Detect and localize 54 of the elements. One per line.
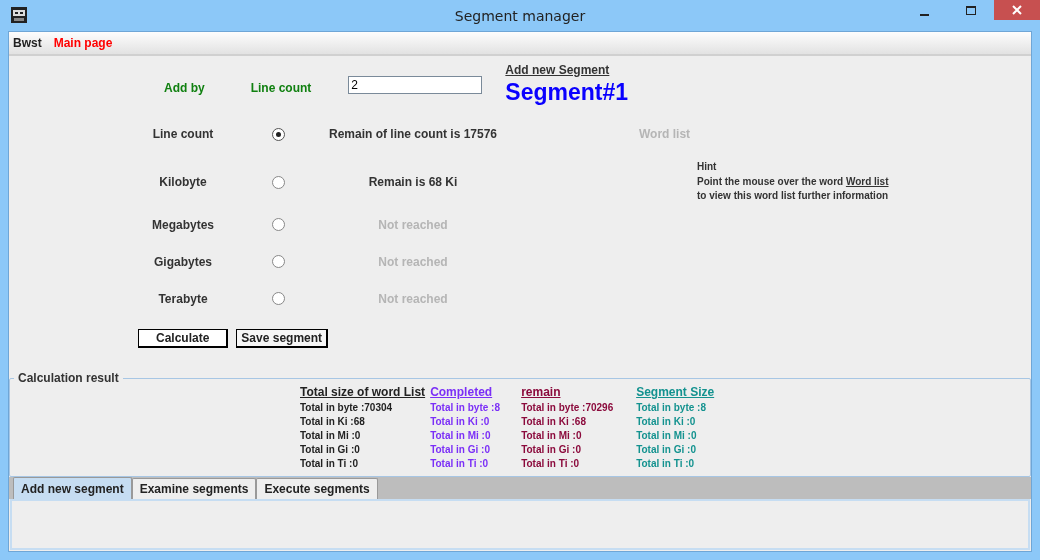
- tab[interactable]: Examine segments: [131, 478, 257, 499]
- result-line: Total in Ti :0: [521, 457, 581, 471]
- line-count-field[interactable]: 2: [348, 76, 483, 94]
- hint-text: Point the mouse over the word Word list to view this word list further information: [697, 175, 890, 203]
- radio-button[interactable]: [271, 127, 285, 141]
- window-title: Segment manager: [454, 7, 586, 24]
- app-icon: [11, 7, 27, 23]
- calculate-button[interactable]: Calculate: [138, 329, 229, 348]
- result-line: Total in byte :8: [430, 401, 501, 415]
- result-line: Total in Ti :0: [430, 457, 490, 471]
- save-segment-button[interactable]: Save segment: [236, 329, 329, 348]
- hint-title: Hint: [697, 161, 718, 172]
- remain-text: Not reached: [377, 254, 449, 269]
- column-header: Segment Size: [636, 385, 716, 399]
- result-line: Total in Ti :0: [300, 457, 359, 471]
- result-line: Total in Mi :0: [430, 429, 492, 443]
- result-line: Total in Mi :0: [636, 429, 698, 443]
- remain-text: Remain of line count is 17576: [328, 127, 498, 141]
- result-line: Total in Ki :68: [521, 415, 587, 429]
- result-line: Total in Gi :0: [521, 443, 582, 457]
- result-line: Total in Ki :0: [636, 415, 697, 429]
- column-header: remain: [521, 385, 562, 399]
- option-label: Line count: [151, 127, 215, 141]
- result-line: Total in byte :8: [636, 401, 707, 415]
- radio-button[interactable]: [271, 175, 285, 189]
- option-label: Gigabytes: [153, 254, 213, 269]
- result-line: Total in Gi :0: [300, 443, 361, 457]
- add-by-label: Add by: [164, 81, 205, 95]
- result-line: Total in Ki :0: [430, 415, 491, 429]
- option-label: Kilobyte: [158, 175, 208, 189]
- remain-text: Not reached: [377, 291, 449, 306]
- tab[interactable]: Add new segment: [13, 477, 132, 499]
- tab[interactable]: Execute segments: [256, 478, 378, 499]
- option-label: Terabyte: [157, 291, 209, 306]
- column-header: Completed: [430, 385, 494, 399]
- result-line: Total in Mi :0: [300, 429, 362, 443]
- result-line: Total in Gi :0: [430, 443, 491, 457]
- option-label: Megabytes: [151, 217, 215, 232]
- remain-text: Not reached: [377, 217, 449, 232]
- word-list-link[interactable]: Word list: [845, 176, 889, 187]
- result-line: Total in byte :70296: [521, 401, 615, 415]
- remain-text: Remain is 68 Ki: [367, 175, 459, 189]
- result-line: Total in Ti :0: [636, 457, 696, 471]
- result-line: Total in byte :70304: [300, 401, 394, 415]
- unit-label: Line count: [250, 81, 312, 95]
- result-line: Total in Ki :68: [300, 415, 366, 429]
- segment-title: Segment#1: [505, 79, 629, 106]
- result-line: Total in Mi :0: [521, 429, 583, 443]
- close-icon[interactable]: [994, 0, 1040, 20]
- add-new-segment-link[interactable]: Add new Segment: [505, 63, 629, 77]
- column-header: Total size of word List: [300, 385, 426, 399]
- result-line: Total in Gi :0: [636, 443, 697, 457]
- menu-item[interactable]: Bwst: [13, 36, 42, 50]
- result-title: Calculation result: [17, 372, 120, 385]
